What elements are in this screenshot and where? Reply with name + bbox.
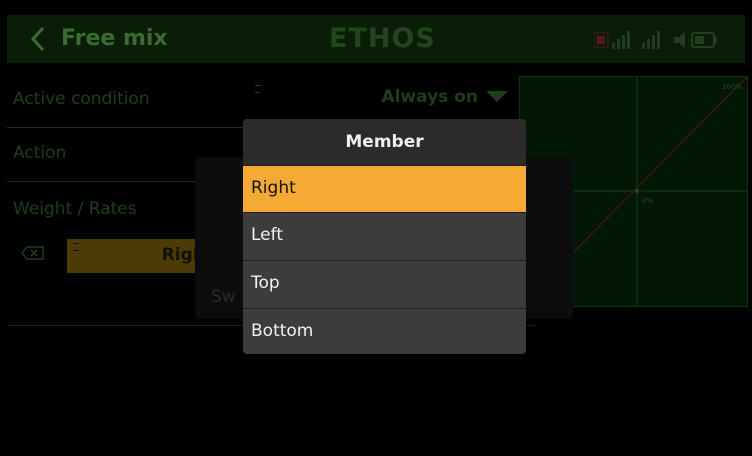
status-icons — [594, 31, 717, 49]
member-popup: Member Right Left Top Bottom — [243, 119, 526, 354]
popup-title: Member — [243, 119, 526, 165]
option-label: Bottom — [251, 321, 314, 341]
free-mix-page: Free mix ETHOS Active condition Always o… — [7, 15, 752, 456]
graph-mid-label: 0% — [642, 197, 653, 205]
option-top[interactable]: Top — [243, 260, 526, 307]
signal-icon — [642, 31, 660, 49]
row-active-condition: Active condition — [7, 75, 247, 128]
active-condition-value: Always on — [381, 87, 478, 107]
graph-max-label: 100% — [722, 83, 742, 91]
switch-icon[interactable] — [21, 245, 47, 261]
option-left[interactable]: Left — [243, 212, 526, 259]
background-dialog-label: Sw — [211, 287, 236, 307]
option-label: Top — [251, 273, 280, 293]
page-title: Free mix — [61, 26, 168, 51]
header-bar: Free mix ETHOS — [7, 15, 745, 63]
menu-icon — [255, 85, 261, 93]
active-condition-label: Active condition — [13, 89, 150, 109]
volume-icon — [674, 32, 685, 48]
menu-icon — [73, 243, 79, 251]
option-bottom[interactable]: Bottom — [243, 308, 526, 354]
option-right[interactable]: Right — [243, 165, 526, 212]
action-label: Action — [13, 143, 67, 163]
brand-logo: ETHOS — [329, 23, 436, 54]
option-label: Right — [251, 178, 296, 198]
option-label: Left — [251, 225, 283, 245]
curve-center-point — [635, 189, 639, 193]
weight-rates-label: Weight / Rates — [13, 199, 137, 219]
rssi-icon — [612, 31, 630, 49]
chevron-down-icon — [486, 91, 508, 102]
back-icon[interactable] — [25, 24, 53, 54]
screen: Free mix ETHOS Active condition Always o… — [0, 0, 752, 456]
active-condition-dropdown[interactable]: Always on — [247, 77, 512, 117]
